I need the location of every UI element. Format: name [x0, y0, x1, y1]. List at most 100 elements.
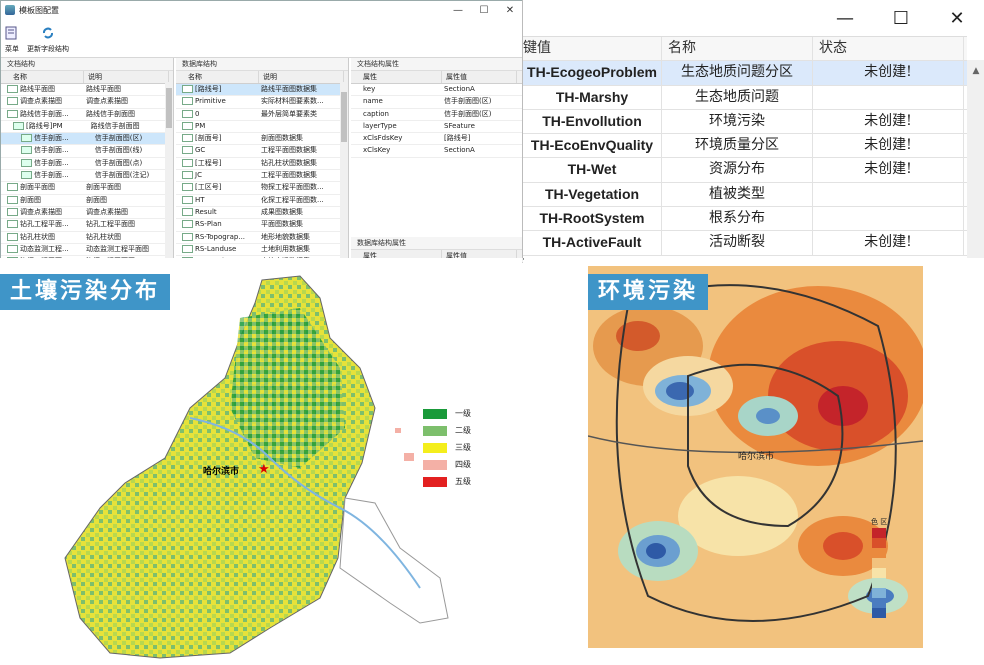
tree-row[interactable]: 动态监测工程... 动态监测工程平面图: [1, 244, 173, 257]
checkbox-icon[interactable]: [21, 158, 32, 167]
theme-row[interactable]: TH-Vegetation 植被类型: [523, 182, 967, 208]
checkbox-icon[interactable]: [182, 171, 193, 180]
checkbox-icon[interactable]: [7, 183, 18, 192]
property-row[interactable]: name 信手剖面图(区): [351, 96, 523, 109]
tree-row[interactable]: 剖面图 剖面图: [1, 195, 173, 207]
theme-row[interactable]: TH-Marshy 生态地质问题: [523, 85, 967, 110]
checkbox-icon[interactable]: [7, 232, 18, 241]
theme-row[interactable]: TH-RootSystem 根系分布: [523, 207, 967, 232]
property-row[interactable]: xClsFdsKey [路线号]: [351, 133, 523, 146]
theme-row[interactable]: TH-Wet 资源分布 未创建!: [523, 158, 967, 183]
tree-row[interactable]: 钻孔柱状图 钻孔柱状图: [1, 232, 173, 244]
checkbox-icon[interactable]: [21, 171, 32, 180]
checkbox-icon[interactable]: [182, 134, 193, 143]
row-name: 路线信手剖面...: [20, 109, 69, 118]
theme-key: TH-Wet: [523, 158, 662, 182]
property-value[interactable]: 信手剖面图(区): [441, 109, 514, 120]
property-row[interactable]: xClsKey SectionA: [351, 145, 523, 158]
checkbox-icon[interactable]: [7, 85, 18, 93]
property-row[interactable]: caption 信手剖面图(区): [351, 109, 523, 121]
checkbox-icon[interactable]: [13, 121, 24, 130]
theme-row[interactable]: TH-Envollution 环境污染 未创建!: [523, 109, 967, 135]
checkbox-icon[interactable]: [182, 195, 193, 204]
checkbox-icon[interactable]: [182, 207, 193, 216]
tree-row[interactable]: 钻孔工程平面... 钻孔工程平面图: [1, 219, 173, 232]
tree-row[interactable]: 路线平面图 路线平面图: [1, 84, 173, 97]
tree-row[interactable]: [路线号] 路线平面图数据集: [176, 84, 348, 97]
minimize-button[interactable]: —: [445, 5, 471, 16]
tree-row[interactable]: Result 成果图数据集: [176, 207, 348, 220]
checkbox-icon[interactable]: [21, 134, 32, 143]
tree-row[interactable]: Primitive 实际材料图要素数...: [176, 96, 348, 109]
checkbox-icon[interactable]: [182, 109, 193, 118]
maximize-button[interactable]: ☐: [471, 5, 497, 16]
property-value[interactable]: SectionA: [441, 145, 514, 156]
tree-row[interactable]: 剖面平面图 剖面平面图: [1, 182, 173, 195]
menu-button[interactable]: 菜单: [5, 26, 19, 57]
tree-row[interactable]: [工区号] 物探工程平面图数...: [176, 182, 348, 195]
update-field-structure-button[interactable]: 更新字段结构: [27, 26, 69, 57]
checkbox-icon[interactable]: [7, 97, 18, 106]
col-key[interactable]: 键值: [523, 37, 662, 61]
tree-row[interactable]: 信手剖面... 信手剖面图(点): [1, 158, 173, 171]
checkbox-icon[interactable]: [182, 97, 193, 106]
property-value[interactable]: [路线号]: [441, 133, 514, 144]
property-value[interactable]: 信手剖面图(区): [441, 96, 514, 107]
checkbox-icon[interactable]: [182, 183, 193, 192]
tree-row[interactable]: GC 工程平面图数据集: [176, 145, 348, 158]
close-button[interactable]: ✕: [497, 5, 523, 16]
property-value[interactable]: SFeature: [441, 121, 514, 132]
checkbox-icon[interactable]: [7, 244, 18, 253]
col-desc[interactable]: 说明: [84, 71, 169, 83]
theme-row[interactable]: TH-EcoEnvQuality 环境质量分区 未创建!: [523, 134, 967, 159]
tree-row[interactable]: 信手剖面... 信手剖面图(注记): [1, 170, 173, 183]
scroll-up-icon[interactable]: ▲: [967, 66, 984, 76]
checkbox-icon[interactable]: [7, 220, 18, 229]
close-button[interactable]: ✕: [929, 0, 984, 36]
col-name[interactable]: 名称: [1, 71, 84, 83]
tree-row[interactable]: PM: [176, 121, 348, 134]
checkbox-icon[interactable]: [21, 146, 32, 155]
col-name[interactable]: 名称: [176, 71, 259, 83]
tree-row[interactable]: JC 工程平面图数据集: [176, 170, 348, 183]
checkbox-icon[interactable]: [182, 244, 193, 253]
tree-row[interactable]: 信手剖面... 信手剖面图(区): [1, 133, 173, 146]
legend-item: 一级: [423, 408, 471, 419]
tree-row[interactable]: 路线信手剖面... 路线信手剖面图: [1, 109, 173, 121]
checkbox-icon[interactable]: [182, 85, 193, 93]
checkbox-icon[interactable]: [7, 109, 18, 118]
tree-row[interactable]: HT 化探工程平面图数...: [176, 195, 348, 207]
minimize-button[interactable]: —: [817, 0, 873, 36]
checkbox-icon[interactable]: [182, 232, 193, 241]
checkbox-icon[interactable]: [7, 207, 18, 216]
tree-row[interactable]: [工程号] 钻孔柱状图数据集: [176, 158, 348, 171]
theme-row[interactable]: TH-EcogeoProblem 生态地质问题分区 未创建!: [523, 61, 967, 86]
db-scrollbar[interactable]: [340, 82, 348, 259]
tree-row[interactable]: RS-Landuse 土地利用数据集: [176, 244, 348, 257]
tree-row[interactable]: [路线号]PM 路线信手剖面图: [1, 121, 173, 134]
col-name[interactable]: 名称: [662, 37, 813, 61]
theme-grid-scrollbar[interactable]: ▲: [967, 60, 984, 258]
property-key: name: [363, 97, 383, 106]
property-value[interactable]: SectionA: [441, 84, 514, 95]
checkbox-icon[interactable]: [182, 158, 193, 167]
tree-row[interactable]: 调查点素描图 调查点素描图: [1, 207, 173, 220]
property-row[interactable]: layerType SFeature: [351, 121, 523, 134]
row-desc: 实际材料图要素数...: [261, 97, 324, 106]
col-desc[interactable]: 说明: [259, 71, 344, 83]
tree-row[interactable]: RS-Plan 平面图数据集: [176, 219, 348, 232]
tree-row[interactable]: [剖面号] 剖面图数据集: [176, 133, 348, 146]
property-row[interactable]: key SectionA: [351, 84, 523, 97]
checkbox-icon[interactable]: [182, 146, 193, 155]
doc-scrollbar[interactable]: [165, 82, 173, 259]
checkbox-icon[interactable]: [182, 220, 193, 229]
tree-row[interactable]: 调查点素描图 调查点素描图: [1, 96, 173, 109]
theme-row[interactable]: TH-ActiveFault 活动断裂 未创建!: [523, 231, 967, 256]
tree-row[interactable]: 信手剖面... 信手剖面图(线): [1, 145, 173, 158]
checkbox-icon[interactable]: [182, 121, 193, 130]
checkbox-icon[interactable]: [7, 195, 18, 204]
tree-row[interactable]: 0 最外层简单要素类: [176, 109, 348, 121]
col-status[interactable]: 状态: [813, 37, 964, 61]
maximize-button[interactable]: ☐: [873, 0, 929, 36]
tree-row[interactable]: RS-Topograp... 地形地貌数据集: [176, 232, 348, 244]
